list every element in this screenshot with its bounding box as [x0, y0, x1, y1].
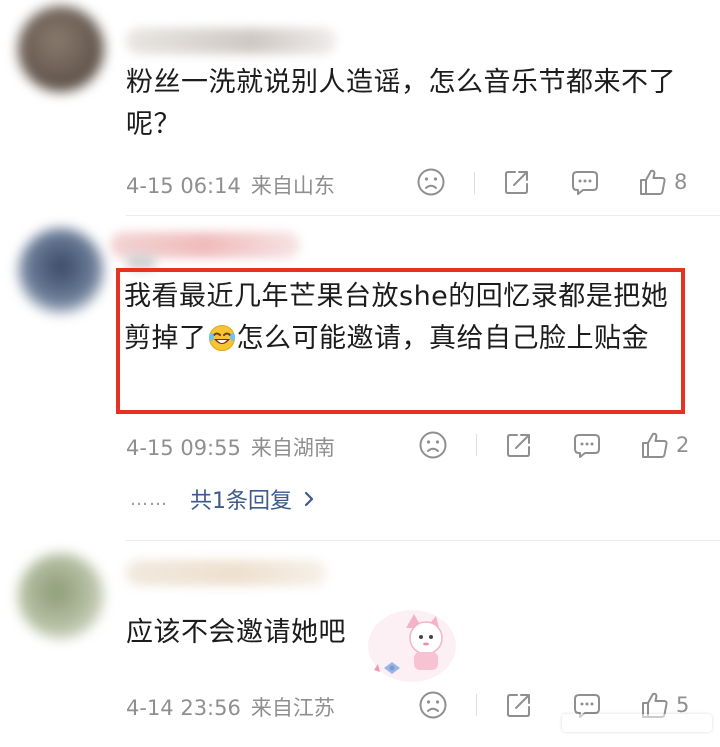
like-button[interactable]: 2	[640, 430, 689, 460]
avatar[interactable]	[18, 228, 104, 314]
separator	[476, 694, 477, 716]
comment-meta: 4-15 09:55 来自湖南	[126, 432, 335, 462]
username[interactable]	[126, 28, 336, 54]
watermark-text-blur	[562, 714, 712, 732]
separator	[476, 434, 477, 456]
replies-label: 共1条回复	[190, 489, 292, 514]
chevron-right-icon	[304, 491, 314, 507]
comment-date: 4-15 09:55	[126, 436, 241, 460]
comment-button[interactable]	[570, 167, 600, 197]
comment-date: 4-14 23:56	[126, 696, 241, 720]
cat-sticker	[368, 610, 456, 682]
comment-location: 来自江苏	[250, 696, 335, 720]
watermark	[512, 707, 712, 739]
separator	[474, 172, 475, 194]
comment-date: 4-15 06:14	[126, 174, 241, 198]
comment-meta: 4-15 06:14 来自山东	[126, 170, 335, 200]
share-button[interactable]	[504, 430, 534, 460]
like-count: 8	[674, 170, 688, 194]
red-highlight-box	[116, 268, 685, 414]
thumbs-up-icon	[640, 169, 666, 195]
comment-meta: 4-14 23:56 来自江苏	[126, 692, 335, 722]
reaction-button[interactable]	[416, 167, 446, 197]
sad-face-icon	[417, 168, 445, 196]
weibo-logo-icon	[527, 714, 553, 734]
like-count: 2	[676, 433, 690, 457]
comment-bubble-icon	[572, 171, 598, 195]
comment-location: 来自湖南	[250, 436, 335, 460]
comment-divider	[126, 215, 720, 216]
like-button[interactable]: 8	[638, 167, 687, 197]
comment-divider	[126, 540, 720, 541]
replies-dots: ……	[130, 488, 168, 510]
reaction-button[interactable]	[418, 690, 448, 720]
comment-bubble-icon	[574, 434, 600, 458]
avatar[interactable]	[18, 553, 104, 639]
comment-button[interactable]	[572, 430, 602, 460]
sad-face-icon	[419, 691, 447, 719]
sad-face-icon	[419, 431, 447, 459]
username[interactable]	[126, 560, 326, 586]
share-icon	[505, 171, 528, 194]
comment-location: 来自山东	[250, 174, 335, 198]
share-icon	[507, 434, 530, 457]
reaction-button[interactable]	[418, 430, 448, 460]
share-button[interactable]	[502, 167, 532, 197]
thumbs-up-icon	[642, 432, 668, 458]
comment-text: 粉丝一洗就说别人造谣，怎么音乐节都来不了呢？	[126, 67, 676, 140]
avatar[interactable]	[18, 6, 104, 92]
view-replies-link[interactable]: …… 共1条回复	[130, 484, 316, 514]
